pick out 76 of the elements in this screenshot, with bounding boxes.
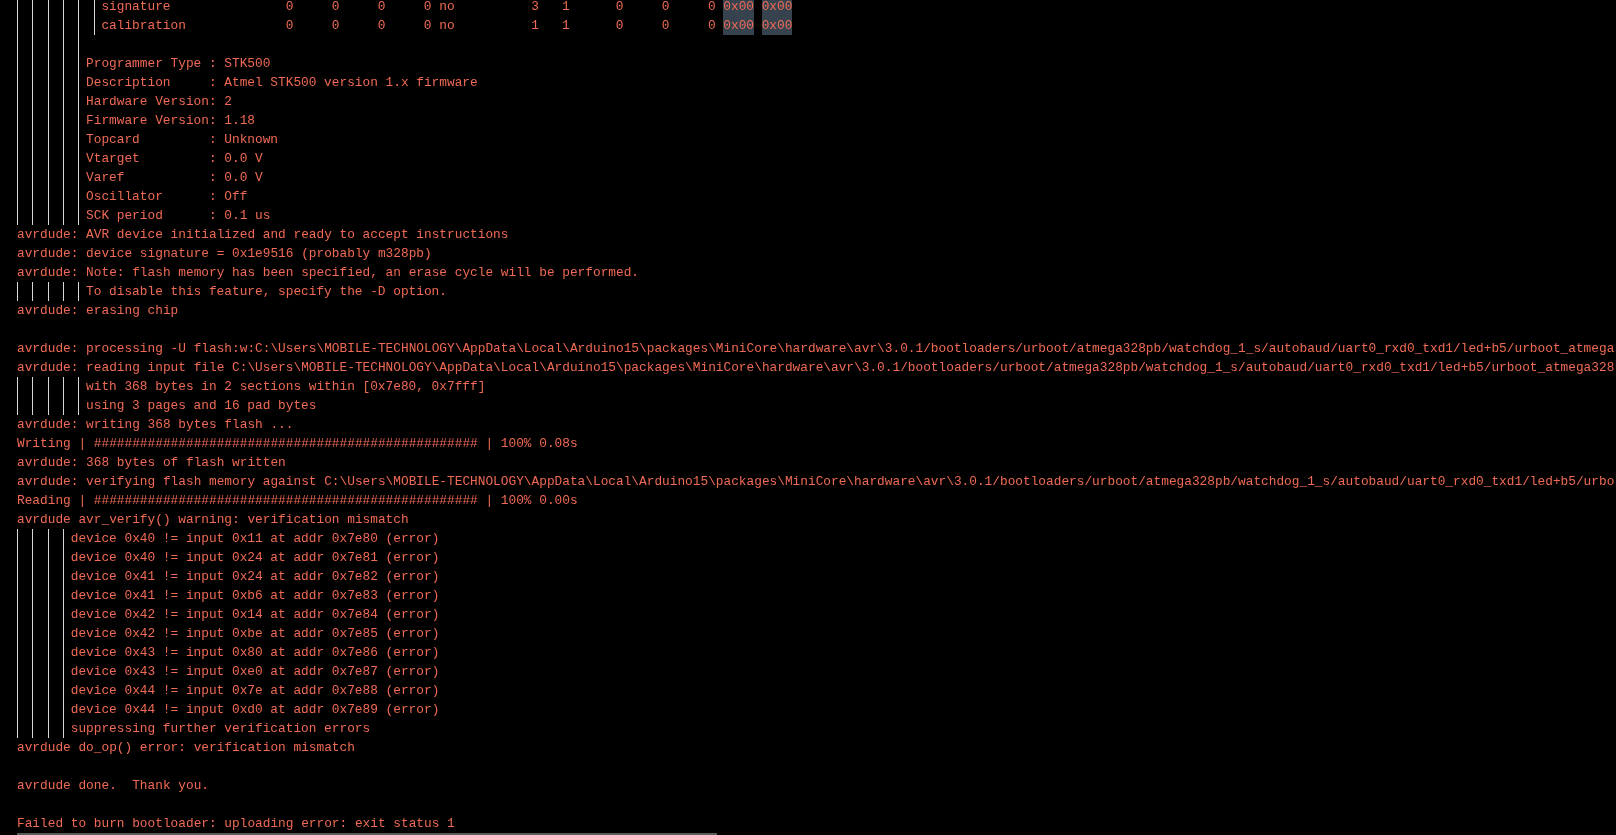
console-line: avrdude: verifying flash memory against C:\Users\MOBILE-TECHNOLOGY\AppData\Local\Arduino15\packages\MiniCore\hardware\avr\3.0.1/bootloaders/urboot/atmega328pb/watchdog_1_s/autobaud/uart0_rxd0_txd1/led+b5/urbo	[17, 473, 1615, 491]
console-line: using 3 pages and 16 pad bytes	[86, 397, 317, 415]
console-line: Failed to burn bootloader: uploading error: exit status 1	[17, 815, 455, 833]
table-value: 0	[331, 0, 340, 16]
console-line: device 0x42 != input 0xbe at addr 0x7e85 (error)	[70, 625, 440, 643]
console-line: device 0x41 != input 0xb6 at addr 0x7e83 (error)	[70, 587, 440, 605]
table-value: 3	[531, 0, 540, 16]
console-line: Firmware Version: 1.18	[86, 112, 255, 130]
indent-guide	[17, 377, 18, 415]
console-line: Hardware Version: 2	[86, 93, 232, 111]
table-value: no	[439, 0, 455, 16]
indent-guide	[78, 282, 80, 301]
console-line: Reading | ################################################## | 100% 0.00s	[17, 492, 578, 510]
indent-guide	[47, 377, 49, 415]
table-value: 0	[615, 17, 624, 35]
console-line: avrdude: Note: flash memory has been specified, an erase cycle will be performed.	[17, 264, 640, 282]
console-line: avrdude: AVR device initialized and ready to accept instructions	[17, 226, 509, 244]
table-value: 0	[285, 0, 294, 16]
table-value: calibration	[101, 17, 186, 35]
table-value: 0	[615, 0, 624, 16]
table-value: 0	[661, 0, 670, 16]
console-line: Topcard : Unknown	[86, 131, 279, 149]
highlighted-value: 0x00	[761, 16, 793, 35]
console-line: Oscillator : Off	[86, 188, 248, 206]
table-value: 1	[531, 17, 540, 35]
console-line: avrdude: writing 368 bytes flash ...	[17, 416, 294, 434]
console-line: device 0x40 != input 0x11 at addr 0x7e80 (error)	[70, 530, 440, 548]
console-line: suppressing further verification errors	[70, 720, 371, 738]
console-line: avrdude do_op() error: verification mismatch	[17, 739, 355, 757]
table-value: 0	[377, 0, 386, 16]
indent-guide	[47, 282, 49, 301]
console-line: avrdude: reading input file C:\Users\MOBILE-TECHNOLOGY\AppData\Local\Arduino15\packages\MiniCore\hardware\avr\3.0.1/bootloaders/urboot/atmega328pb/watchdog_1_s/autobaud/uart0_rxd0_txd1/led+b5/urboot_atmega328	[17, 359, 1615, 377]
console-line: with 368 bytes in 2 sections within [0x7e80, 0x7fff]	[86, 378, 486, 396]
table-value: 0	[423, 17, 432, 35]
console-line: Vtarget : 0.0 V	[86, 150, 263, 168]
horizontal-scrollbar[interactable]	[17, 833, 717, 835]
table-value: signature	[101, 0, 171, 16]
table-value: 0	[331, 17, 340, 35]
table-value: 0	[707, 0, 716, 16]
console-line: Programmer Type : STK500	[86, 55, 271, 73]
table-value: no	[439, 17, 455, 35]
console-line: avrdude done. Thank you.	[17, 777, 209, 795]
indent-guide	[32, 377, 34, 415]
indent-guide	[63, 377, 65, 415]
console-line: To disable this feature, specify the -D option.	[86, 283, 447, 301]
console-line: device 0x44 != input 0xd0 at addr 0x7e89 (error)	[70, 701, 440, 719]
highlighted-value: 0x00	[723, 0, 754, 16]
table-value: 0	[423, 0, 432, 16]
console-line: SCK period : 0.1 us	[86, 207, 271, 225]
highlighted-value: 0x00	[761, 0, 793, 16]
console-line: device 0x42 != input 0x14 at addr 0x7e84 (error)	[70, 606, 440, 624]
highlighted-value: 0x00	[723, 16, 754, 35]
table-value: 1	[562, 0, 570, 16]
indent-guide	[63, 282, 65, 301]
console-line: avrdude: device signature = 0x1e9516 (probably m328pb)	[17, 245, 432, 263]
table-value: 0	[377, 17, 386, 35]
indent-guide	[17, 282, 18, 301]
indent-guide	[78, 377, 80, 415]
indent-guide	[32, 282, 34, 301]
table-value: 0	[661, 17, 670, 35]
table-value: 1	[562, 17, 570, 35]
table-value: 0	[707, 17, 716, 35]
console-line: Writing | ################################################## | 100% 0.08s	[17, 435, 578, 453]
console-line: device 0x41 != input 0x24 at addr 0x7e82 (error)	[70, 568, 440, 586]
indent-guide	[93, 0, 95, 35]
console-line: device 0x43 != input 0x80 at addr 0x7e86 (error)	[70, 644, 440, 662]
console-line: avrdude: processing -U flash:w:C:\Users\MOBILE-TECHNOLOGY\AppData\Local\Arduino15\packages\MiniCore\hardware\avr\3.0.1/bootloaders/urboot/atmega328pb/watchdog_1_s/autobaud/uart0_rxd0_txd1/led+b5/urboot_atmega	[17, 340, 1615, 358]
console-line: avrdude: erasing chip	[17, 302, 179, 320]
console-line: device 0x43 != input 0xe0 at addr 0x7e87 (error)	[70, 663, 440, 681]
console-line: avrdude: 368 bytes of flash written	[17, 454, 286, 472]
table-value: 0	[285, 17, 294, 35]
console-line: Description : Atmel STK500 version 1.x firmware	[86, 74, 478, 92]
console-line: device 0x44 != input 0x7e at addr 0x7e88 (error)	[70, 682, 440, 700]
console-line: Varef : 0.0 V	[86, 169, 263, 187]
console-line: device 0x40 != input 0x24 at addr 0x7e81 (error)	[70, 549, 440, 567]
console-line: avrdude avr_verify() warning: verification mismatch	[17, 511, 409, 529]
